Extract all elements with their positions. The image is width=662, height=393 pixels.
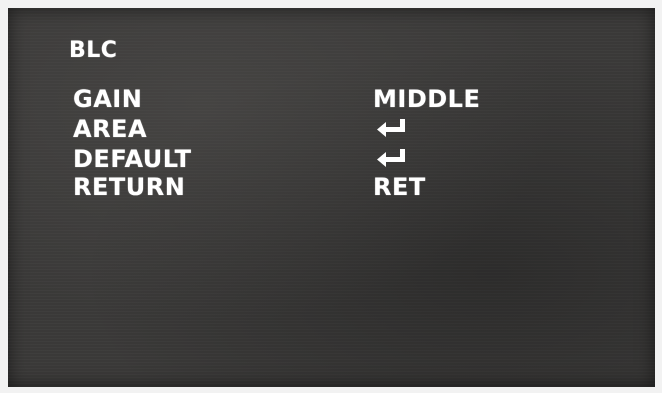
enter-arrow-icon[interactable]	[374, 117, 408, 139]
menu-title: BLC	[69, 38, 118, 63]
menu-item-return-value[interactable]: RET	[373, 173, 426, 201]
osd-frame: BLC GAIN MIDDLE AREA DEFAULT RETURN RET	[0, 0, 662, 393]
menu-item-default-label[interactable]: DEFAULT	[73, 145, 191, 173]
menu-item-return-label[interactable]: RETURN	[73, 173, 185, 201]
menu-item-area-label[interactable]: AREA	[73, 115, 147, 143]
menu-item-gain-value[interactable]: MIDDLE	[373, 85, 480, 113]
enter-arrow-icon[interactable]	[374, 147, 408, 169]
menu-item-gain-label[interactable]: GAIN	[73, 85, 142, 113]
osd-screen: BLC GAIN MIDDLE AREA DEFAULT RETURN RET	[8, 8, 655, 387]
